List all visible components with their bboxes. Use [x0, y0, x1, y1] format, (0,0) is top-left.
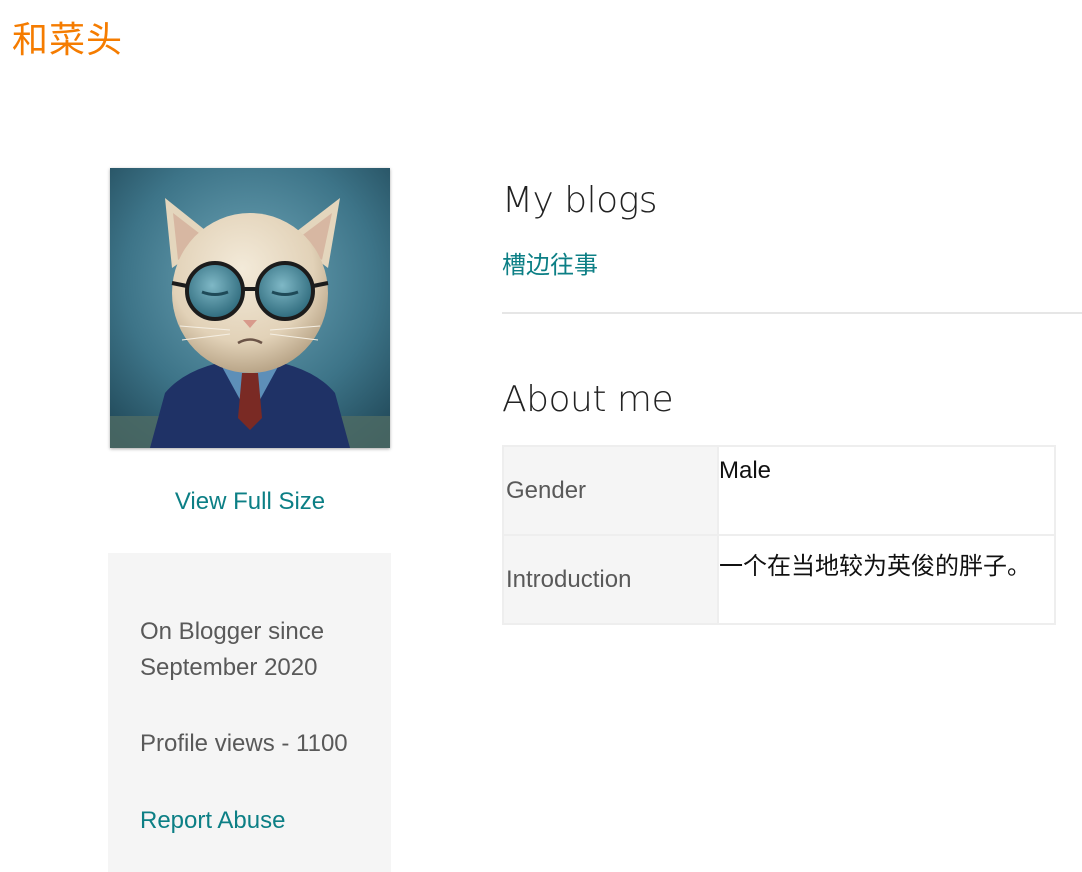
view-full-size-link[interactable]: View Full Size: [110, 488, 390, 516]
about-me-heading: About me: [502, 379, 674, 420]
profile-page: 和菜头 View Full Size On Blogger since Sept…: [0, 0, 1082, 872]
profile-avatar[interactable]: [110, 168, 390, 448]
blog-link[interactable]: 槽边往事: [502, 245, 598, 280]
gender-value: Male: [717, 445, 1056, 536]
table-row: Gender Male: [502, 445, 1056, 536]
profile-views-count: Profile views - 1100: [140, 730, 348, 757]
about-me-table: Gender Male Introduction 一个在当地较为英俊的胖子。: [502, 445, 1056, 625]
report-abuse-link[interactable]: Report Abuse: [140, 802, 285, 839]
introduction-value: 一个在当地较为英俊的胖子。: [717, 534, 1056, 625]
blogger-since-label: On Blogger since: [140, 618, 325, 645]
my-blogs-heading: My blogs: [502, 180, 658, 221]
gender-label: Gender: [502, 445, 719, 536]
site-title[interactable]: 和菜头: [12, 18, 123, 62]
introduction-label: Introduction: [502, 534, 719, 625]
profile-avatar-image: [110, 168, 390, 448]
profile-info-panel: On Blogger since September 2020 Profile …: [108, 553, 391, 872]
section-divider: [502, 312, 1082, 314]
blogger-since-date: September 2020: [140, 654, 318, 681]
table-row: Introduction 一个在当地较为英俊的胖子。: [502, 534, 1056, 625]
